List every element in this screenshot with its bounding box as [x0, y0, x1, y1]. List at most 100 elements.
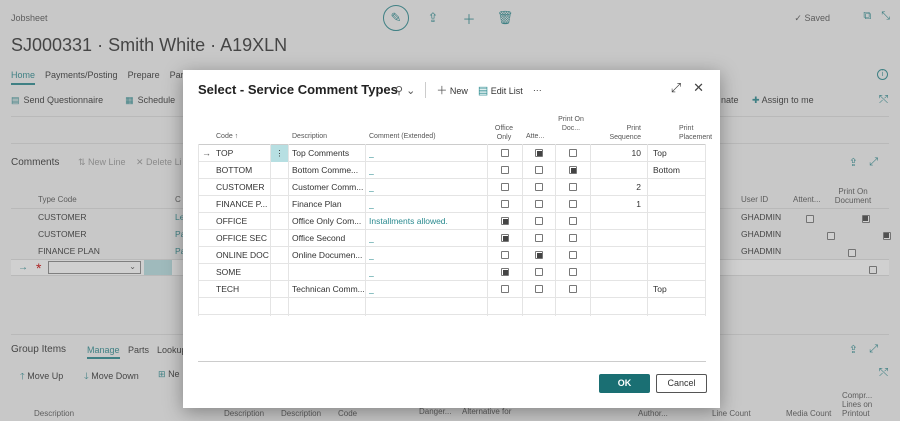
comment-cell[interactable]: _	[369, 247, 486, 264]
row-arrow-icon: →	[202, 148, 211, 158]
office-checkbox[interactable]	[501, 217, 509, 225]
office-checkbox[interactable]	[501, 251, 509, 259]
description-cell: Technican Comm...	[292, 284, 364, 294]
atten-checkbox[interactable]	[535, 200, 543, 208]
print-checkbox[interactable]	[569, 149, 577, 157]
grid-row[interactable]: ONLINE DOC Online Documen... _	[198, 247, 706, 264]
grid-row[interactable]: BOTTOM Bottom Comme... _ Bottom	[198, 162, 706, 179]
code-cell[interactable]: TECH	[216, 281, 269, 298]
code-cell[interactable]: OFFICE	[216, 213, 269, 230]
comment-cell[interactable]: Installments allowed.	[369, 213, 486, 230]
office-checkbox[interactable]	[501, 149, 509, 157]
print-placement-cell	[653, 230, 703, 247]
header-print-placement[interactable]: Print Placement	[679, 124, 713, 142]
code-cell[interactable]: SOME	[216, 264, 269, 281]
code-cell[interactable]: FINANCE P...	[216, 196, 269, 213]
code-cell[interactable]: CUSTOMER	[216, 179, 269, 196]
comment-cell[interactable]: _	[369, 196, 486, 213]
header-code[interactable]: Code ↑	[216, 132, 238, 141]
print-sequence-cell	[593, 281, 641, 298]
comment-types-grid: Code ↑ Description Comment (Extended) Of…	[198, 114, 712, 362]
dialog-window-controls: ⤢ ✕	[671, 80, 704, 96]
description-cell	[292, 264, 364, 281]
code-cell[interactable]: BOTTOM	[216, 162, 269, 179]
grid-row[interactable]: OFFICE Office Only Com... Installments all…	[198, 213, 706, 230]
code-cell[interactable]: ONLINE DOC	[216, 247, 269, 264]
print-placement-cell	[653, 264, 703, 281]
header-comment[interactable]: Comment (Extended)	[369, 132, 436, 141]
ok-button[interactable]: OK	[599, 374, 650, 393]
print-placement-cell: Top	[653, 148, 667, 158]
dialog-title: Select - Service Comment Types	[198, 82, 398, 97]
more-options-button[interactable]: ···	[533, 85, 542, 95]
description-cell: Office Second	[292, 233, 346, 243]
grid-row[interactable]: SOME _	[198, 264, 706, 281]
print-checkbox[interactable]	[569, 251, 577, 259]
search-icon[interactable]: ⚲ ⌄	[395, 84, 415, 97]
description-cell: Bottom Comme...	[292, 165, 359, 175]
code-cell[interactable]: TOP	[216, 145, 269, 162]
print-checkbox[interactable]	[569, 166, 577, 174]
grid-row[interactable]: → ⋮ TOP Top Comments _ 10 Top	[198, 145, 706, 162]
comment-cell[interactable]: _	[369, 281, 486, 298]
office-checkbox[interactable]	[501, 183, 509, 191]
atten-checkbox[interactable]	[535, 183, 543, 191]
print-sequence-cell	[593, 230, 641, 247]
code-cell[interactable]: OFFICE SEC	[216, 230, 269, 247]
edit-list-icon: ▤	[477, 84, 489, 97]
print-sequence-cell	[593, 213, 641, 230]
comment-cell[interactable]: _	[369, 264, 486, 281]
print-sequence-cell: 1	[636, 199, 641, 209]
print-checkbox[interactable]	[569, 285, 577, 293]
new-button[interactable]: ＋ New	[436, 82, 468, 98]
empty-row[interactable]	[198, 298, 706, 315]
grid-row[interactable]: FINANCE P... Finance Plan _ 1	[198, 196, 706, 213]
comment-cell[interactable]: _	[369, 162, 486, 179]
atten-checkbox[interactable]	[535, 234, 543, 242]
atten-checkbox[interactable]	[535, 251, 543, 259]
office-checkbox[interactable]	[501, 285, 509, 293]
comment-cell[interactable]: _	[369, 230, 486, 247]
grid-row[interactable]: CUSTOMER Customer Comm... _ 2	[198, 179, 706, 196]
grid-row[interactable]: TECH Technican Comm... _ Top	[198, 281, 706, 298]
atten-checkbox[interactable]	[535, 217, 543, 225]
atten-checkbox[interactable]	[535, 166, 543, 174]
atten-checkbox[interactable]	[535, 285, 543, 293]
edit-list-button[interactable]: ▤ Edit List	[478, 84, 523, 97]
header-atten[interactable]: Atte...	[526, 132, 544, 141]
print-sequence-cell: 10	[631, 148, 641, 158]
office-checkbox[interactable]	[501, 268, 509, 276]
header-print-sequence[interactable]: Print Sequence	[605, 124, 641, 142]
header-print-on-doc[interactable]: Print On Doc...	[558, 115, 584, 133]
row-menu-icon[interactable]: ⋮	[271, 145, 288, 162]
print-checkbox[interactable]	[569, 183, 577, 191]
edit-list-label: Edit List	[490, 85, 523, 96]
header-description[interactable]: Description	[292, 132, 327, 141]
print-checkbox[interactable]	[569, 268, 577, 276]
atten-checkbox[interactable]	[535, 149, 543, 157]
office-checkbox[interactable]	[501, 234, 509, 242]
new-label: New	[449, 86, 468, 96]
comment-cell[interactable]: _	[369, 179, 486, 196]
print-checkbox[interactable]	[569, 200, 577, 208]
header-office-only[interactable]: Office Only	[490, 124, 518, 142]
description-cell: Office Only Com...	[292, 216, 362, 226]
grid-row[interactable]: OFFICE SEC Office Second _	[198, 230, 706, 247]
print-placement-cell	[653, 213, 703, 230]
print-checkbox[interactable]	[569, 234, 577, 242]
office-checkbox[interactable]	[501, 200, 509, 208]
print-sequence-cell	[593, 247, 641, 264]
print-placement-cell	[653, 247, 703, 264]
close-icon[interactable]: ✕	[693, 80, 704, 96]
print-checkbox[interactable]	[569, 217, 577, 225]
print-placement-cell	[653, 179, 703, 196]
dialog-toolbar: ⚲ ⌄ ＋ New ▤ Edit List ···	[395, 82, 542, 98]
toolbar-separator	[425, 82, 427, 98]
print-placement-cell	[653, 196, 703, 213]
comment-cell[interactable]: _	[369, 145, 486, 162]
cancel-button[interactable]: Cancel	[656, 374, 707, 393]
expand-icon[interactable]: ⤢	[671, 80, 681, 96]
atten-checkbox[interactable]	[535, 268, 543, 276]
print-placement-cell: Top	[653, 284, 667, 294]
office-checkbox[interactable]	[501, 166, 509, 174]
